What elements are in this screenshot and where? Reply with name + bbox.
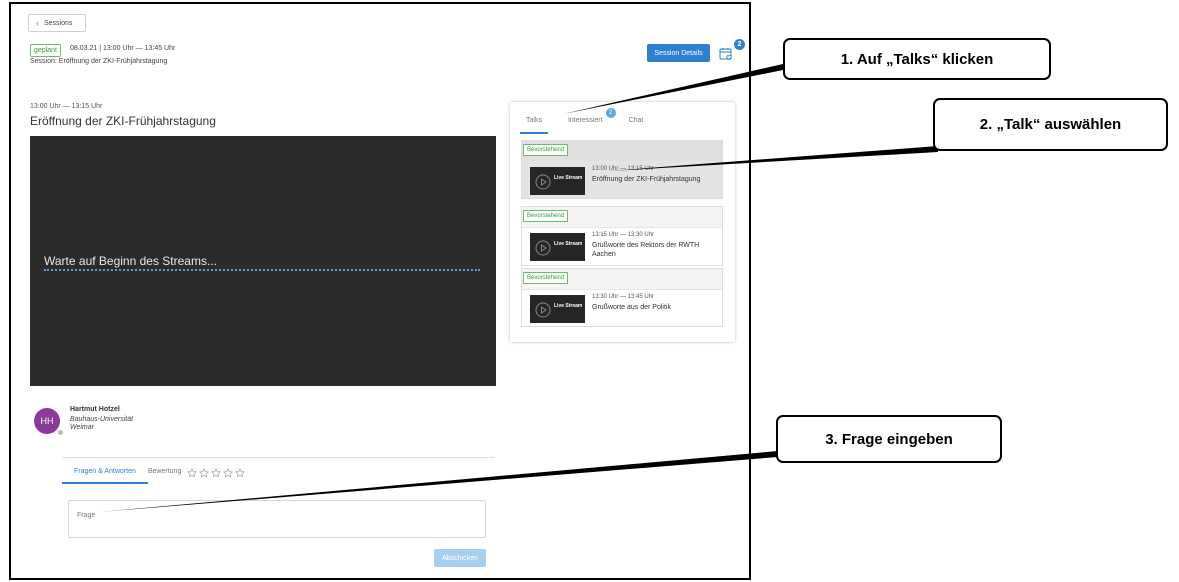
callout-arrow-2: [609, 146, 938, 171]
callout-select-talk: 2. „Talk“ auswählen: [933, 98, 1168, 151]
callout-arrow-1: [563, 64, 783, 114]
callout-arrows: [99, 64, 938, 512]
callout-talks: 1. Auf „Talks“ klicken: [783, 38, 1051, 80]
callout-question: 3. Frage eingeben: [776, 415, 1002, 463]
callout-arrow-3: [99, 451, 778, 512]
